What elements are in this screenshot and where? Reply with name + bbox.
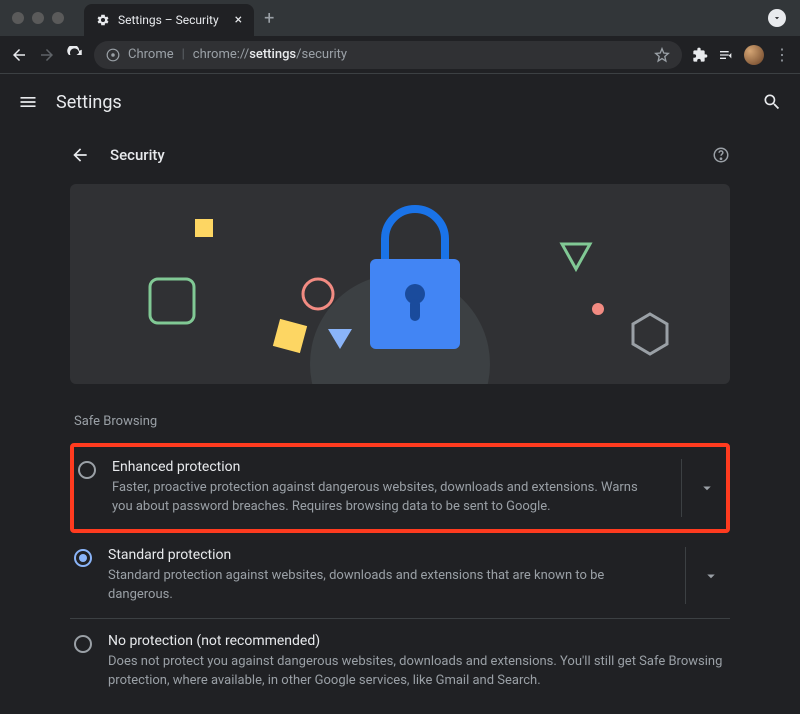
option-desc: Standard protection against websites, do… [108, 567, 661, 605]
chevron-down-icon[interactable] [685, 547, 724, 605]
close-window[interactable] [12, 12, 24, 24]
back-arrow-icon[interactable] [70, 145, 90, 165]
close-tab-icon[interactable]: × [235, 12, 242, 28]
chevron-down-icon[interactable] [681, 459, 720, 517]
hero-illustration [70, 184, 730, 384]
browser-toolbar: Chrome | chrome://settings/security ⋮ [0, 36, 800, 74]
window-controls [12, 12, 64, 24]
option-enhanced-protection[interactable]: Enhanced protection Faster, proactive pr… [70, 443, 730, 533]
option-desc: Faster, proactive protection against dan… [112, 479, 657, 517]
search-icon[interactable] [762, 92, 782, 112]
maximize-window[interactable] [52, 12, 64, 24]
option-title: Standard protection [108, 547, 661, 563]
section-label: Safe Browsing [74, 414, 730, 429]
tab-title: Settings – Security [118, 13, 219, 27]
profile-avatar[interactable] [744, 45, 764, 65]
help-icon[interactable] [712, 146, 730, 164]
tab-search-icon[interactable] [768, 9, 786, 27]
settings-title: Settings [56, 92, 122, 113]
browser-tab[interactable]: Settings – Security × [84, 4, 254, 36]
new-tab-button[interactable]: + [264, 8, 274, 29]
option-standard-protection[interactable]: Standard protection Standard protection … [70, 533, 730, 620]
security-header: Security [70, 130, 730, 180]
url-path: /security [296, 47, 347, 62]
gear-icon [96, 13, 110, 27]
forward-icon[interactable] [38, 46, 56, 64]
menu-hamburger-icon[interactable] [18, 92, 38, 112]
extensions-icon[interactable] [692, 47, 708, 63]
page-title: Security [110, 146, 165, 164]
address-bar[interactable]: Chrome | chrome://settings/security [94, 41, 682, 69]
option-title: Enhanced protection [112, 459, 657, 475]
radio-none[interactable] [74, 635, 92, 653]
bookmark-icon[interactable] [654, 47, 670, 63]
minimize-window[interactable] [32, 12, 44, 24]
window-titlebar: Settings – Security × + [0, 0, 800, 36]
option-no-protection[interactable]: No protection (not recommended) Does not… [70, 619, 730, 705]
url-host: settings [249, 47, 296, 62]
menu-icon[interactable]: ⋮ [774, 45, 790, 64]
reading-list-icon[interactable] [718, 47, 734, 63]
option-title: No protection (not recommended) [108, 633, 724, 649]
radio-enhanced[interactable] [78, 461, 96, 479]
radio-standard[interactable] [74, 549, 92, 567]
reload-icon[interactable] [66, 46, 84, 64]
option-desc: Does not protect you against dangerous w… [108, 653, 724, 691]
url-scheme: chrome:// [193, 47, 249, 62]
back-icon[interactable] [10, 46, 28, 64]
site-info-icon[interactable] [106, 48, 120, 62]
settings-content: Security Safe Browsing Enhanced protecti… [0, 130, 800, 705]
url-prefix: Chrome [128, 47, 174, 62]
settings-app-header: Settings [0, 74, 800, 130]
